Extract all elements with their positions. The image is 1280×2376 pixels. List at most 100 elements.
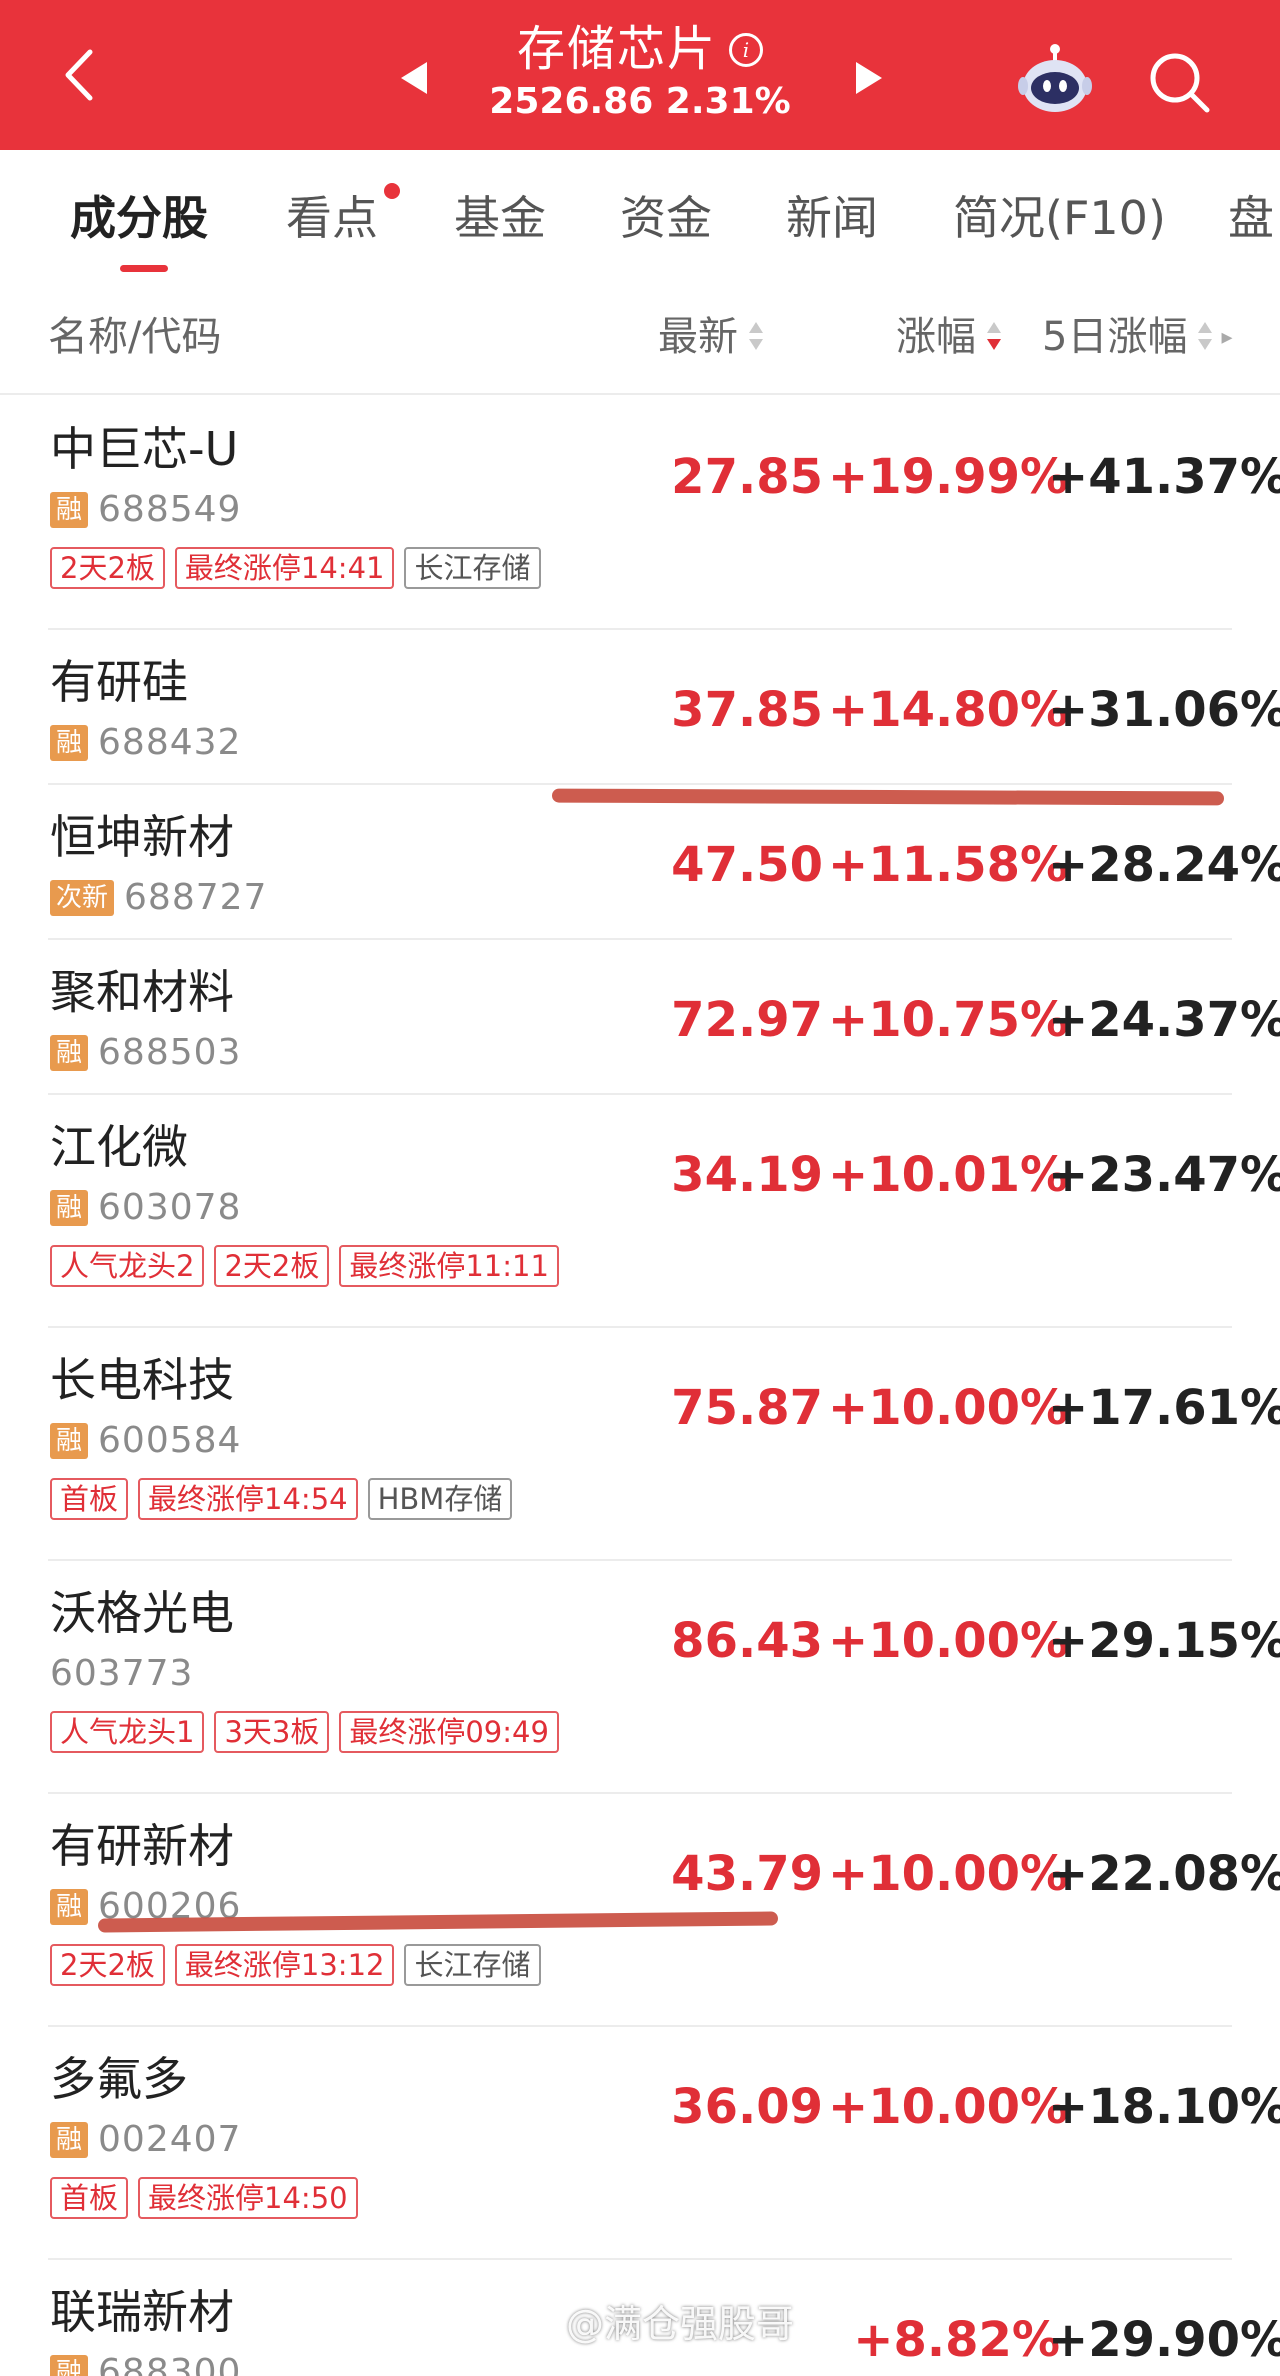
tag[interactable]: 首板 <box>50 2177 129 2219</box>
info-icon[interactable]: i <box>729 33 763 67</box>
triangle-right-icon <box>856 62 882 94</box>
margin-badge: 融 <box>50 1034 89 1071</box>
weibo-logo-icon <box>512 2307 556 2341</box>
latest-price: 37.85 <box>671 682 823 738</box>
tag[interactable]: 人气龙头2 <box>50 1245 205 1287</box>
stock-code: 603078 <box>98 1187 242 1228</box>
stock-meta: 融 603078 <box>50 1187 242 1228</box>
stock-row[interactable]: 有研新材 融 600206 43.79 +10.00% +22.08% 2天2板最… <box>48 1794 1280 2027</box>
col-name-code: 名称/代码 <box>48 314 222 360</box>
search-button[interactable] <box>1145 48 1215 118</box>
stock-meta: 次新 688727 <box>50 877 268 918</box>
margin-badge: 融 <box>50 1189 89 1226</box>
tag-list: 2天2板 最终涨停14:41 长江存储 <box>50 547 551 589</box>
back-arrow-icon <box>65 49 93 101</box>
tab-constituents[interactable]: 成分股 <box>70 190 208 246</box>
stock-code: 688300 <box>98 2352 242 2376</box>
tag[interactable]: 长江存储 <box>404 547 541 589</box>
stock-row[interactable]: 沃格光电 603773 86.43 +10.00% +29.15% 人气龙头1 3… <box>48 1561 1280 1794</box>
latest-price: 75.87 <box>671 1380 823 1436</box>
section-tabs: 成分股 看点 基金 资金 新闻 简况(F10) 盘 <box>0 150 1280 280</box>
change-percent: +10.00% <box>828 1846 1069 1902</box>
tag[interactable]: 最终涨停13:12 <box>174 1944 395 1986</box>
annotation-underline <box>551 788 1225 806</box>
prev-sector-button[interactable] <box>395 58 435 98</box>
stock-row[interactable]: 有研硅 融 688432 37.85 +14.80% +31.06% <box>48 630 1280 785</box>
change-5d-percent: +28.24% <box>1048 837 1280 893</box>
tag[interactable]: 最终涨停09:49 <box>339 1711 559 1753</box>
latest-price: 47.50 <box>671 837 823 893</box>
tag[interactable]: 最终涨停14:50 <box>138 2177 358 2219</box>
stock-row[interactable]: 中巨芯-U 融 688549 27.85 +19.99% +41.37% 2天2板… <box>48 397 1280 630</box>
tag[interactable]: 2天2板 <box>214 1245 330 1287</box>
stock-code: 002407 <box>98 2119 242 2160</box>
margin-badge: 融 <box>50 491 89 528</box>
stock-name: 聚和材料 <box>50 965 234 1019</box>
sort-neutral-icon <box>1198 322 1213 350</box>
col-change-label: 涨幅 <box>896 314 976 360</box>
change-5d-percent: +29.15% <box>1048 1613 1280 1669</box>
stock-row[interactable]: 江化微 融 603078 34.19 +10.01% +23.47% 人气龙头2 2… <box>48 1095 1280 1328</box>
tag[interactable]: HBM存储 <box>367 1478 513 1520</box>
change-percent: +10.00% <box>828 2079 1069 2135</box>
stock-row[interactable]: 长电科技 融 600584 75.87 +10.00% +17.61% 首板 最终涨… <box>48 1328 1280 1561</box>
tag[interactable]: 长江存储 <box>404 1944 541 1986</box>
stock-row[interactable]: 多氟多 融 002407 36.09 +10.00% +18.10% 首板 最终涨停… <box>48 2027 1280 2260</box>
triangle-left-icon <box>401 62 427 94</box>
tab-profile-f10[interactable]: 简况(F10) <box>953 190 1166 246</box>
margin-badge: 融 <box>50 2121 89 2158</box>
latest-price: 72.97 <box>671 992 823 1048</box>
tag[interactable]: 最终涨停14:41 <box>174 547 395 589</box>
change-5d-percent: +41.37% <box>1048 449 1280 505</box>
stock-name: 江化微 <box>50 1120 188 1174</box>
sector-title-block: 存储芯片 i 2526.86 2.31% <box>440 18 840 124</box>
weibo-watermark: @满仓强股哥 <box>510 2300 794 2348</box>
robot-icon <box>1018 44 1092 112</box>
col-latest-sort[interactable]: 最新 <box>658 312 766 362</box>
stock-row[interactable]: 聚和材料 融 688503 72.97 +10.75% +24.37% <box>48 940 1280 1095</box>
tag[interactable]: 首板 <box>50 1478 129 1520</box>
tab-capital[interactable]: 资金 <box>620 190 712 246</box>
stock-meta: 融 688300 <box>50 2352 241 2376</box>
tab-highlights[interactable]: 看点 <box>286 190 378 246</box>
stock-code: 600584 <box>98 1420 242 1461</box>
back-button[interactable] <box>48 40 118 110</box>
chevron-right-icon[interactable]: ▸ <box>1221 313 1232 363</box>
new-listing-badge: 次新 <box>50 879 115 916</box>
app-header: 存储芯片 i 2526.86 2.31% <box>0 0 1280 150</box>
stock-meta: 融 002407 <box>50 2119 242 2160</box>
stock-meta: 融 600584 <box>50 1420 242 1461</box>
active-tab-indicator <box>120 265 168 272</box>
change-percent: +10.01% <box>828 1147 1069 1203</box>
sort-desc-icon <box>987 322 1001 350</box>
tag[interactable]: 最终涨停14:54 <box>138 1478 358 1520</box>
stock-name: 联瑞新材 <box>50 2285 234 2339</box>
table-header: 名称/代码 最新 涨幅 5日涨幅 ▸ <box>0 280 1280 395</box>
latest-price: 34.19 <box>671 1147 823 1203</box>
col-change-sort[interactable]: 涨幅 <box>896 312 1004 362</box>
tab-news[interactable]: 新闻 <box>786 190 878 246</box>
tag[interactable]: 最终涨停11:11 <box>339 1245 559 1287</box>
margin-badge: 融 <box>50 1888 89 1925</box>
tab-funds[interactable]: 基金 <box>454 190 546 246</box>
stock-meta: 融 688549 <box>50 489 241 530</box>
change-5d-percent: +23.47% <box>1048 1147 1280 1203</box>
next-sector-button[interactable] <box>848 58 888 98</box>
stock-row[interactable]: 恒坤新材 次新 688727 47.50 +11.58% +28.24% <box>48 785 1280 940</box>
tag[interactable]: 3天3板 <box>214 1711 330 1753</box>
tag-list: 首板 最终涨停14:50 <box>50 2177 368 2219</box>
tag[interactable]: 2天2板 <box>50 1944 165 1986</box>
change-5d-percent: +24.37% <box>1048 992 1280 1048</box>
col-change-5d-sort[interactable]: 5日涨幅 ▸ <box>1042 312 1233 363</box>
change-percent: +10.75% <box>828 992 1069 1048</box>
change-percent: +8.82% <box>853 2312 1060 2368</box>
latest-price: 36.09 <box>671 2079 823 2135</box>
tab-more[interactable]: 盘 <box>1228 190 1274 246</box>
tag-list: 人气龙头1 3天3板 最终涨停09:49 <box>50 1711 569 1753</box>
page-title: 存储芯片 <box>516 21 717 77</box>
assistant-button[interactable] <box>1015 40 1095 120</box>
tag[interactable]: 人气龙头1 <box>50 1711 205 1753</box>
watermark-text: @满仓强股哥 <box>566 2302 795 2346</box>
stock-code: 688727 <box>124 877 268 918</box>
tag[interactable]: 2天2板 <box>50 547 165 589</box>
